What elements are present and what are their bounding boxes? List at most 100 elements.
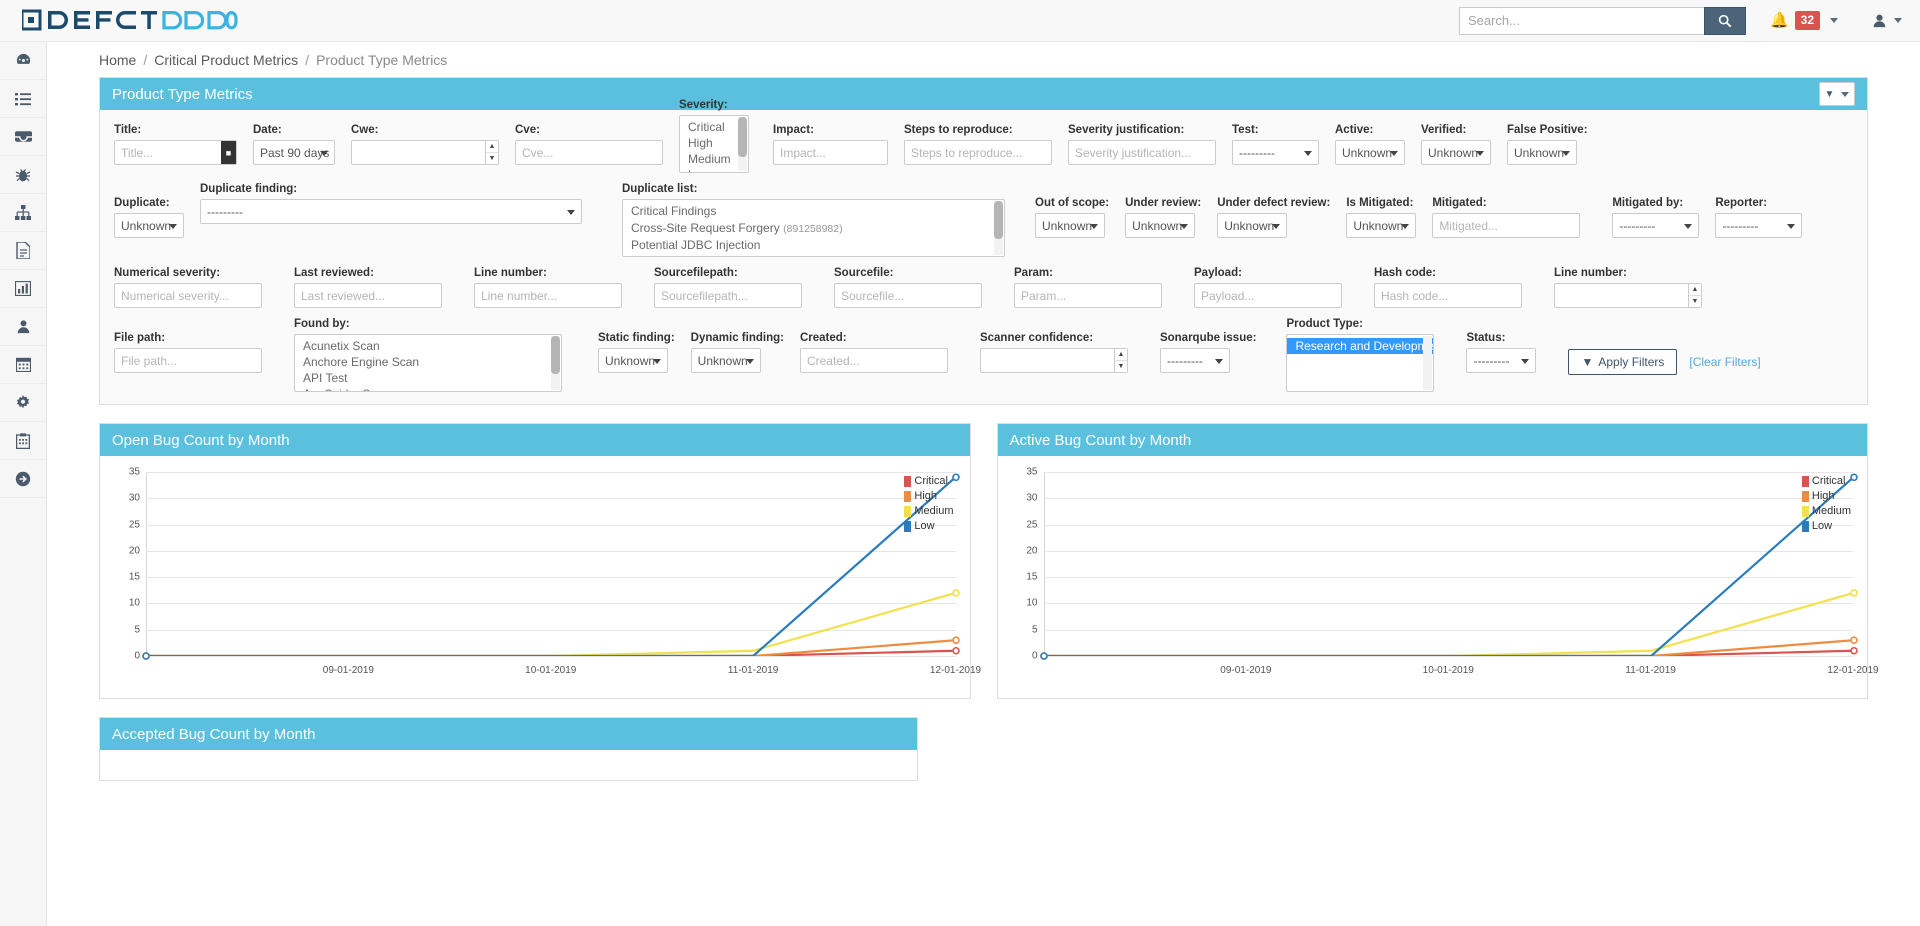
legend-item[interactable]: Medium — [904, 504, 954, 519]
filter-toggle-button[interactable]: ▼ — [1819, 82, 1855, 106]
option-text: Cross-Site Request Forgery — [631, 221, 780, 235]
sidebar-item-settings[interactable] — [0, 384, 46, 422]
sidebar-item-bugs[interactable] — [0, 156, 46, 194]
verified-select[interactable]: Unknown — [1421, 140, 1491, 165]
under-defect-review-select[interactable]: Unknown — [1217, 213, 1288, 238]
cve-input[interactable] — [515, 140, 663, 165]
status-select[interactable]: --------- — [1466, 348, 1537, 373]
last-reviewed-input[interactable] — [294, 283, 442, 308]
duplicate-select[interactable]: Unknown — [114, 213, 184, 238]
dynamic-finding-select[interactable]: Unknown — [690, 348, 761, 373]
filter-sonarqube-label: Sonarqube issue: — [1159, 332, 1257, 344]
sidebar-item-findings-list[interactable] — [0, 80, 46, 118]
listbox-option[interactable]: Critical Findings — [623, 203, 1004, 220]
false-positive-select[interactable]: Unknown — [1507, 140, 1577, 165]
sourcefilepath-input[interactable] — [654, 283, 802, 308]
impact-input[interactable] — [773, 140, 888, 165]
listbox-option[interactable]: Potential JDBC Injection — [623, 237, 1004, 253]
legend-item[interactable]: Critical — [904, 474, 953, 489]
app-logo[interactable] — [22, 0, 238, 42]
severity-justification-input[interactable] — [1068, 140, 1216, 165]
filter-created: Created: — [799, 332, 948, 373]
listbox-option[interactable]: AppSpider Scan — [295, 386, 561, 391]
date-select[interactable]: Past 90 days — [253, 140, 335, 165]
filter-hashcode-label: Hash code: — [1374, 267, 1436, 279]
cwe-input[interactable] — [351, 140, 499, 165]
apply-filters-button[interactable]: ▼ Apply Filters — [1568, 349, 1678, 375]
reporter-select[interactable]: --------- — [1715, 213, 1803, 238]
listbox-option[interactable]: Anchore Engine Scan — [295, 354, 561, 370]
legend-item[interactable]: High — [904, 489, 953, 504]
sidebar-item-product-types[interactable] — [0, 194, 46, 232]
listbox-scrollbar[interactable] — [1423, 336, 1433, 390]
title-input[interactable] — [114, 140, 237, 165]
user-menu[interactable] — [1872, 13, 1902, 28]
sidebar-item-calendar[interactable] — [0, 346, 46, 384]
scanner-confidence-stepper[interactable]: ▲ ▼ — [1113, 349, 1127, 372]
listbox-scrollbar[interactable] — [551, 336, 560, 390]
sonarqube-issue-select[interactable]: --------- — [1159, 348, 1230, 373]
active-select[interactable]: Unknown — [1335, 140, 1405, 165]
listbox-scrollbar[interactable] — [738, 117, 747, 171]
static-finding-select[interactable]: Unknown — [598, 348, 668, 373]
listbox-option[interactable]: Cross-Site Request Forgery (891258982) — [623, 220, 1004, 237]
search-button[interactable] — [1703, 6, 1746, 35]
legend-swatch-critical — [1801, 476, 1809, 487]
under-review-select[interactable]: Unknown — [1125, 213, 1196, 238]
legend-item[interactable]: Low — [1801, 519, 1851, 534]
duplicate-listbox[interactable]: Critical Findings Cross-Site Request For… — [622, 199, 1005, 257]
filter-numsev-label: Numerical severity: — [114, 267, 221, 279]
steps-to-reproduce-input[interactable] — [904, 140, 1052, 165]
listbox-option[interactable]: Potential JDBC Injection — [623, 253, 1004, 256]
duplicate-finding-select[interactable]: --------- — [200, 199, 582, 224]
legend-swatch-medium — [904, 506, 912, 517]
alerts-menu[interactable]: 🔔 32 — [1770, 11, 1838, 30]
sidebar-item-engagements[interactable] — [0, 118, 46, 156]
sidebar-item-users[interactable] — [0, 308, 46, 346]
scrollbar-thumb[interactable] — [551, 336, 560, 374]
param-input[interactable] — [1014, 283, 1162, 308]
payload-input[interactable] — [1194, 283, 1342, 308]
numerical-severity-input[interactable] — [114, 283, 262, 308]
created-input[interactable] — [799, 348, 948, 373]
title-picker-icon[interactable]: ■ — [221, 141, 236, 164]
legend-swatch-high — [904, 491, 912, 502]
is-mitigated-select[interactable]: Unknown — [1346, 213, 1417, 238]
sidebar-item-reports[interactable] — [0, 232, 46, 270]
breadcrumb-parent[interactable]: Critical Product Metrics — [154, 52, 298, 68]
navbar-right-controls: 🔔 32 — [1458, 0, 1920, 42]
listbox-scrollbar[interactable] — [994, 201, 1003, 255]
sidebar-item-metrics[interactable] — [0, 270, 46, 308]
sidebar-item-logout[interactable] — [0, 460, 46, 498]
search-input[interactable] — [1458, 6, 1704, 35]
mitigated-input[interactable] — [1432, 213, 1581, 238]
listbox-option[interactable]: Acunetix Scan — [295, 338, 561, 354]
listbox-option[interactable]: API Test — [295, 370, 561, 386]
line-number-2-input[interactable] — [1554, 283, 1702, 308]
found-by-listbox[interactable]: Acunetix Scan Anchore Engine Scan API Te… — [294, 334, 562, 392]
legend-item[interactable]: Medium — [1801, 504, 1851, 519]
legend-item[interactable]: Critical — [1801, 474, 1851, 489]
out-of-scope-select[interactable]: Unknown — [1035, 213, 1105, 238]
product-type-listbox[interactable]: Research and Development — [1286, 334, 1435, 392]
filter-status-label: Status: — [1466, 332, 1506, 344]
hash-code-input[interactable] — [1374, 283, 1522, 308]
legend-item[interactable]: High — [1801, 489, 1851, 504]
line-number-input[interactable] — [474, 283, 622, 308]
cwe-stepper[interactable]: ▲ ▼ — [485, 141, 498, 164]
mitigated-by-select[interactable]: --------- — [1612, 213, 1700, 238]
sidebar-item-tools[interactable] — [0, 422, 46, 460]
severity-listbox[interactable]: Critical High Medium Low Info — [679, 115, 749, 173]
sourcefile-input[interactable] — [834, 283, 982, 308]
scrollbar-thumb[interactable] — [994, 201, 1003, 239]
listbox-option-selected[interactable]: Research and Development — [1287, 338, 1434, 354]
sidebar-item-dashboard[interactable] — [0, 42, 46, 80]
legend-item[interactable]: Low — [904, 519, 953, 534]
scanner-confidence-input[interactable] — [979, 348, 1128, 373]
breadcrumb-home[interactable]: Home — [99, 52, 136, 68]
clear-filters-link[interactable]: [Clear Filters] — [1689, 355, 1760, 369]
line-number-stepper[interactable]: ▲ ▼ — [1688, 284, 1701, 307]
file-path-input[interactable] — [114, 348, 262, 373]
test-select[interactable]: --------- — [1232, 140, 1319, 165]
scrollbar-thumb[interactable] — [738, 117, 747, 157]
